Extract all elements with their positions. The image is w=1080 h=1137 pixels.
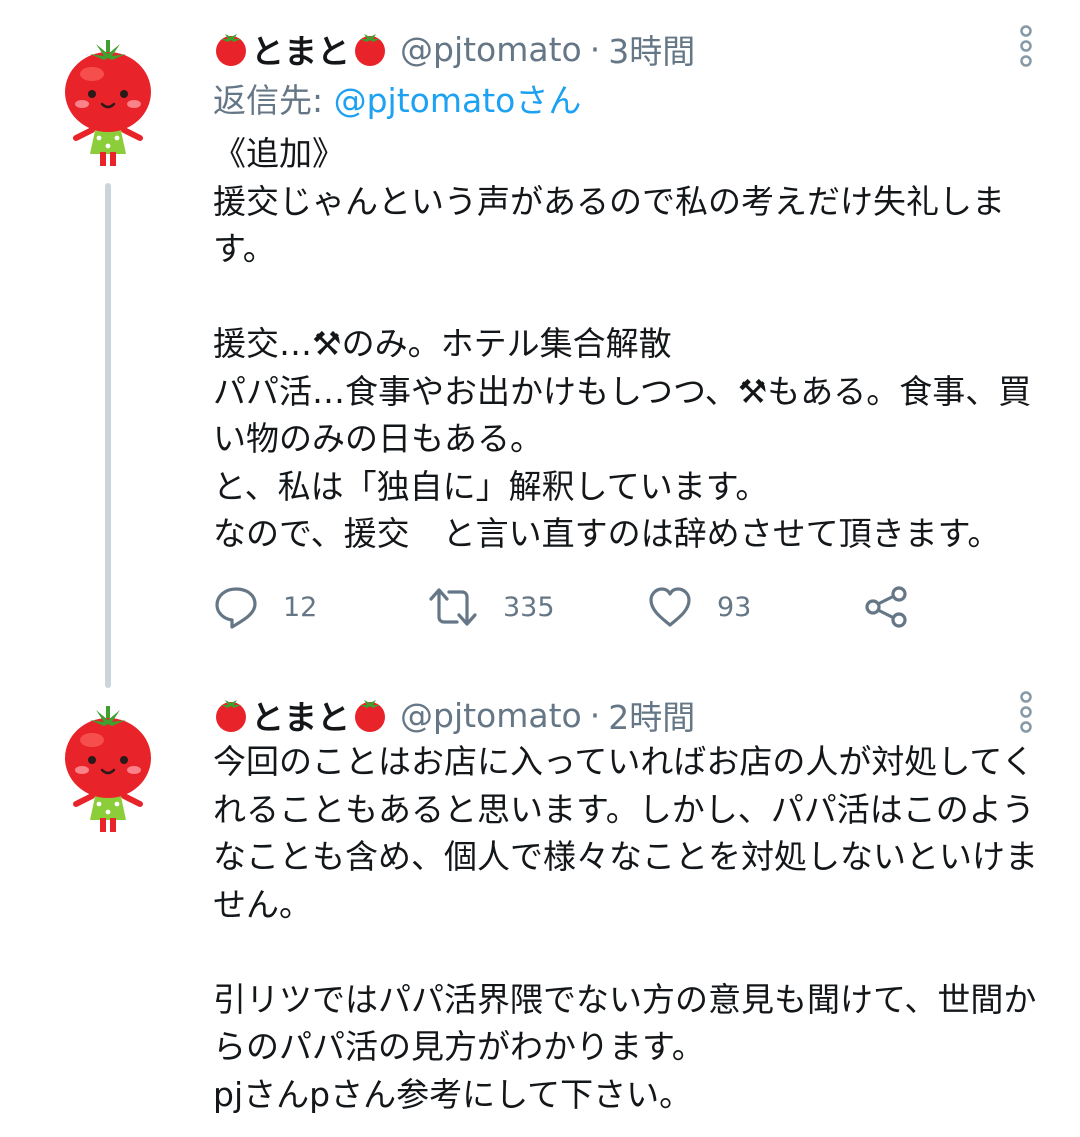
thread-line <box>105 183 111 688</box>
separator-dot: · <box>589 695 601 735</box>
tomato-emoji-icon <box>216 34 246 66</box>
tweet-text: 今回のことはお店に入っていればお店の人が対処してくれることもあると思います。しか… <box>213 742 1038 1114</box>
user-handle[interactable]: @pjtomato <box>400 696 582 735</box>
tweet[interactable]: とまと @pjtomato · 3時間 返信先: @pjtomatoさん 《追加… <box>0 0 1080 690</box>
retweet-icon <box>429 588 477 626</box>
reply-button[interactable]: 12 <box>213 583 317 631</box>
display-name[interactable]: とまと <box>251 691 350 739</box>
retweet-count: 335 <box>503 591 555 623</box>
tweet-header: とまと @pjtomato · 2時間 <box>213 690 695 740</box>
like-button[interactable]: 93 <box>647 583 751 631</box>
tweet[interactable]: とまと @pjtomato · 2時間 今回のことはお店に入っていればお店の人が… <box>0 690 1080 1137</box>
tomato-emoji-icon <box>216 700 246 732</box>
separator-dot: · <box>589 29 601 69</box>
speech-bubble-icon <box>215 587 257 629</box>
avatar[interactable] <box>52 38 164 173</box>
avatar[interactable] <box>52 704 164 839</box>
like-count: 93 <box>717 591 752 623</box>
timestamp[interactable]: 2時間 <box>608 691 695 739</box>
vertical-dots-icon[interactable] <box>1014 24 1038 68</box>
timestamp[interactable]: 3時間 <box>608 25 695 73</box>
tweet-header: とまと @pjtomato · 3時間 <box>213 24 695 74</box>
tomato-emoji-icon <box>355 34 385 66</box>
reply-count: 12 <box>283 591 318 623</box>
reply-prefix: 返信先: <box>213 81 334 120</box>
display-name[interactable]: とまと <box>251 25 350 73</box>
tweet-text: 《追加》 援交じゃんという声があるので私の考えだけ失礼します。 援交…⚒のみ。ホ… <box>213 134 1032 553</box>
reply-to: 返信先: @pjtomatoさん <box>213 74 581 122</box>
heart-icon <box>649 587 691 627</box>
share-icon <box>865 586 907 628</box>
vertical-dots-icon[interactable] <box>1014 690 1038 734</box>
user-handle[interactable]: @pjtomato <box>400 30 582 69</box>
reply-to-link[interactable]: @pjtomatoさん <box>334 81 582 120</box>
share-button[interactable] <box>863 583 909 631</box>
retweet-button[interactable]: 335 <box>427 583 555 631</box>
tweet-actions: 12 335 93 <box>213 583 933 631</box>
tomato-emoji-icon <box>355 700 385 732</box>
